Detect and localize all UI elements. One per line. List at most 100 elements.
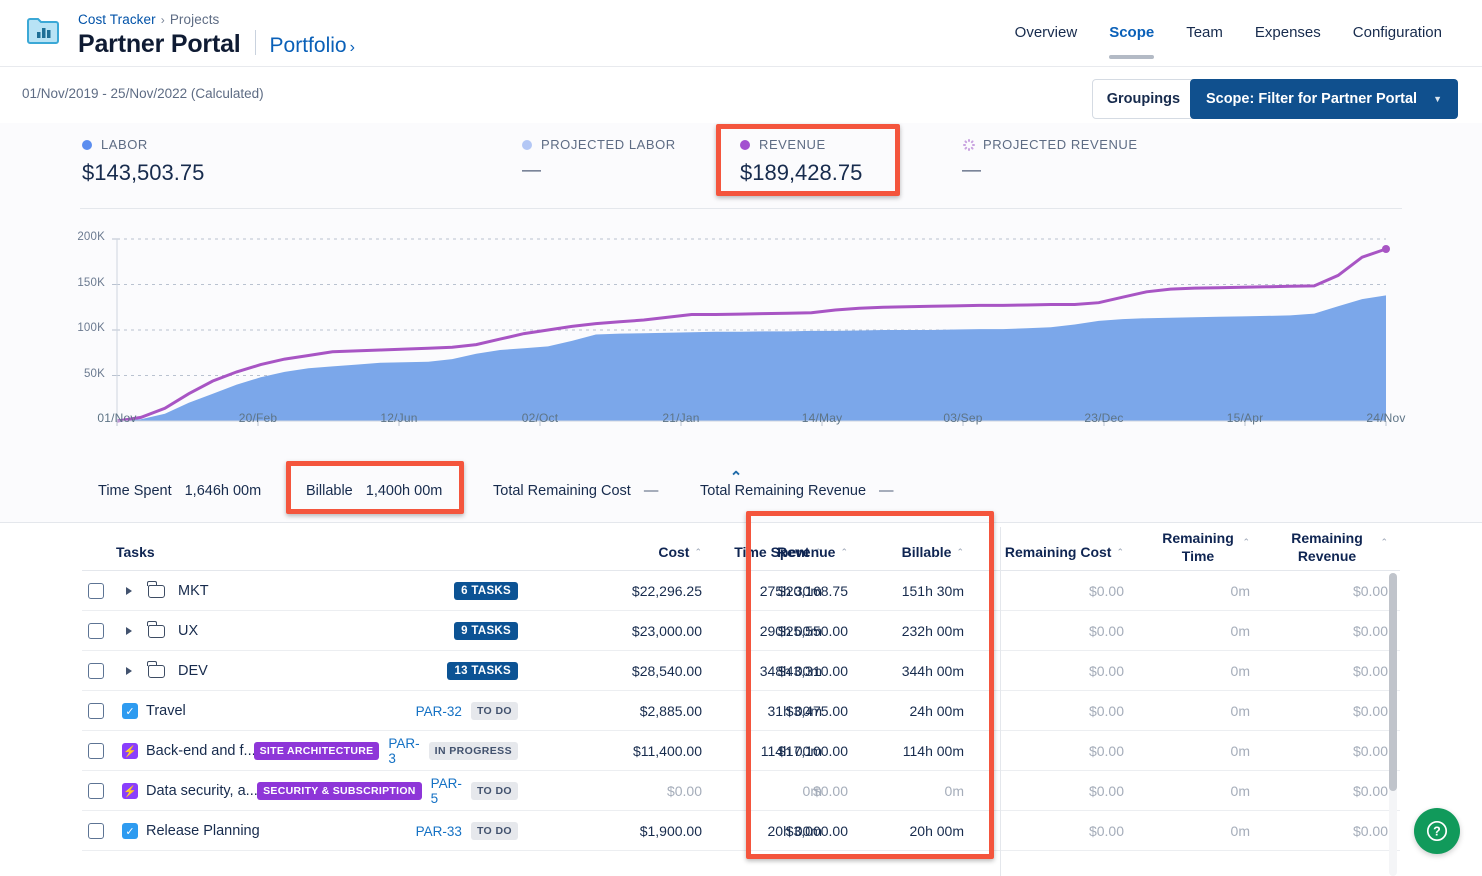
chart-x-tick-label: 15/Apr <box>1227 411 1264 425</box>
breadcrumb-root-link[interactable]: Cost Tracker <box>78 12 156 27</box>
row-select-checkbox[interactable] <box>88 743 104 759</box>
cell-remaining_revenue: $0.00 <box>1353 743 1388 759</box>
task-count-badge: 9 TASKS <box>454 622 518 640</box>
summary-billable-value: 1,400h 00m <box>366 483 443 499</box>
folder-icon <box>148 585 165 598</box>
portfolio-link[interactable]: Portfolio› <box>270 34 355 58</box>
chart-x-tick-label: 24/Nov <box>1366 411 1405 425</box>
sort-chevron-icon: ⌃ <box>1380 537 1388 548</box>
column-header-remaining-time[interactable]: Remaining Time ⌃ <box>1146 530 1250 565</box>
task-count-badge: 6 TASKS <box>454 582 518 600</box>
kpi-labor-label-row: LABOR <box>82 137 204 152</box>
main-navigation-tabs: Overview Scope Team Expenses Configurati… <box>999 0 1458 67</box>
breadcrumb-current: Projects <box>170 12 220 27</box>
column-header-remaining-revenue-label: Remaining Revenue <box>1272 530 1382 565</box>
row-label-tag: SITE ARCHITECTURE <box>254 742 380 760</box>
kpi-projected-revenue-value: — <box>962 160 1138 182</box>
row-select-checkbox[interactable] <box>88 823 104 839</box>
column-header-remaining-time-label: Remaining Time <box>1152 530 1244 565</box>
question-mark-icon: ? <box>1425 819 1449 843</box>
task-check-icon: ✓ <box>122 703 138 719</box>
table-row[interactable]: ⚡Back-end and f...SITE ARCHITECTUREPAR-3… <box>82 731 1400 771</box>
chart-x-tick-label: 23/Dec <box>1084 411 1123 425</box>
kpi-labor-label: LABOR <box>101 137 148 152</box>
row-select-checkbox[interactable] <box>88 623 104 639</box>
summary-time-spent: Time Spent 1,646h 00m <box>98 483 261 499</box>
page-header: Cost Tracker›Projects Partner Portal Por… <box>0 0 1482 67</box>
title-divider <box>255 30 256 55</box>
cell-remaining_revenue: $0.00 <box>1353 583 1388 599</box>
scope-filter-button-label: Scope: Filter for Partner Portal <box>1206 91 1417 107</box>
kpi-projected-revenue: PROJECTED REVENUE — <box>962 137 1138 182</box>
row-select-checkbox[interactable] <box>88 583 104 599</box>
column-header-remaining-revenue[interactable]: Remaining Revenue ⌃ <box>1266 530 1388 565</box>
expand-row-triangle-icon[interactable] <box>126 667 132 675</box>
summary-total-remaining-revenue: Total Remaining Revenue — <box>700 483 894 499</box>
kpi-summary-band: LABOR $143,503.75 PROJECTED LABOR — REVE… <box>0 123 1482 209</box>
kpi-projected-labor-value: — <box>522 160 676 182</box>
tab-scope[interactable]: Scope <box>1093 0 1170 67</box>
svg-text:?: ? <box>1433 825 1441 839</box>
folder-chart-icon <box>26 16 60 46</box>
row-issue-key-link[interactable]: PAR-33 <box>416 824 462 839</box>
summary-total-remaining-cost-label: Total Remaining Cost <box>493 483 631 499</box>
table-row[interactable]: ⚡ Data security, a...SECURITY & SUBSCRIPT… <box>82 771 1400 811</box>
row-issue-key-link[interactable]: PAR-5 <box>431 776 462 806</box>
summary-time-spent-value: 1,646h 00m <box>185 483 262 499</box>
chevron-right-icon: › <box>350 39 355 56</box>
tasks-table: Tasks Cost ⌃ Time Spent ⌃ Revenue ⌃ Bill… <box>82 523 1400 876</box>
kpi-projected-labor-label-row: PROJECTED LABOR <box>522 137 676 152</box>
column-header-revenue-label: Revenue <box>777 544 835 562</box>
groupings-button-label: Groupings <box>1107 91 1180 107</box>
breadcrumb: Cost Tracker›Projects <box>78 12 219 27</box>
kpi-labor: LABOR $143,503.75 <box>82 137 204 186</box>
help-button[interactable]: ? <box>1414 808 1460 854</box>
cell-remaining_revenue: $0.00 <box>1353 823 1388 839</box>
chart-endpoint-marker <box>1382 245 1390 253</box>
column-header-tasks[interactable]: Tasks <box>116 544 155 562</box>
row-name-label: Data security, a... <box>146 783 258 799</box>
cell-remaining_revenue: $0.00 <box>1353 783 1388 799</box>
summary-total-remaining-revenue-value: — <box>879 483 894 499</box>
table-row[interactable]: MKT6 TASKS$22,296.25275h 30m$20,168.7515… <box>82 571 1400 611</box>
chart-x-tick-label: 20/Feb <box>239 411 278 425</box>
table-row[interactable]: ✓Release PlanningPAR-33TO DO$1,900.0020h… <box>82 811 1400 851</box>
table-scrollbar-thumb[interactable] <box>1389 573 1397 791</box>
table-row[interactable]: UX9 TASKS$23,000.00290h 00m$25,550.00232… <box>82 611 1400 651</box>
row-status-badge: TO DO <box>471 822 518 840</box>
scope-filter-button[interactable]: Scope: Filter for Partner Portal ▼ <box>1190 79 1458 119</box>
row-name-label: DEV <box>178 663 208 679</box>
row-label-tag: SECURITY & SUBSCRIPTION <box>257 782 422 800</box>
chart-summary-strip: ⌃ Time Spent 1,646h 00m Billable 1,400h … <box>0 465 1482 523</box>
kpi-projected-revenue-label-row: PROJECTED REVENUE <box>962 137 1138 152</box>
row-issue-key-link[interactable]: PAR-3 <box>388 736 419 766</box>
date-range-label: 01/Nov/2019 - 25/Nov/2022 (Calculated) <box>22 86 264 101</box>
column-header-revenue[interactable]: Revenue ⌃ <box>722 544 848 562</box>
table-row[interactable]: ✓TravelPAR-32TO DO$2,885.0031h 00m$3,475… <box>82 691 1400 731</box>
tab-configuration[interactable]: Configuration <box>1337 0 1458 67</box>
tab-overview[interactable]: Overview <box>999 0 1094 67</box>
chart-x-tick-marks <box>117 421 1386 426</box>
kpi-revenue: REVENUE $189,428.75 <box>740 137 862 186</box>
row-issue-key-link[interactable]: PAR-32 <box>416 704 462 719</box>
chevron-down-icon: ▼ <box>1433 94 1442 104</box>
table-row[interactable]: DEV13 TASKS$28,540.00348h 00m$43,310.003… <box>82 651 1400 691</box>
row-select-checkbox[interactable] <box>88 703 104 719</box>
chart-y-tick-label: 50K <box>63 368 105 380</box>
tab-expenses[interactable]: Expenses <box>1239 0 1337 67</box>
task-story-icon: ⚡ <box>122 783 138 799</box>
body-column-divider <box>1000 571 1001 876</box>
kpi-revenue-label: REVENUE <box>759 137 826 152</box>
expand-row-triangle-icon[interactable] <box>126 587 132 595</box>
row-select-checkbox[interactable] <box>88 783 104 799</box>
row-name-label: Back-end and f... <box>146 743 256 759</box>
row-select-checkbox[interactable] <box>88 663 104 679</box>
task-check-icon: ✓ <box>122 823 138 839</box>
summary-total-remaining-cost-value: — <box>644 483 659 499</box>
column-header-remaining-cost[interactable]: Remaining Cost ⌃ <box>944 544 1124 562</box>
row-name-label: Release Planning <box>146 823 260 839</box>
expand-row-triangle-icon[interactable] <box>126 627 132 635</box>
summary-time-spent-label: Time Spent <box>98 483 172 499</box>
tab-team[interactable]: Team <box>1170 0 1239 67</box>
row-name-label: MKT <box>178 583 209 599</box>
